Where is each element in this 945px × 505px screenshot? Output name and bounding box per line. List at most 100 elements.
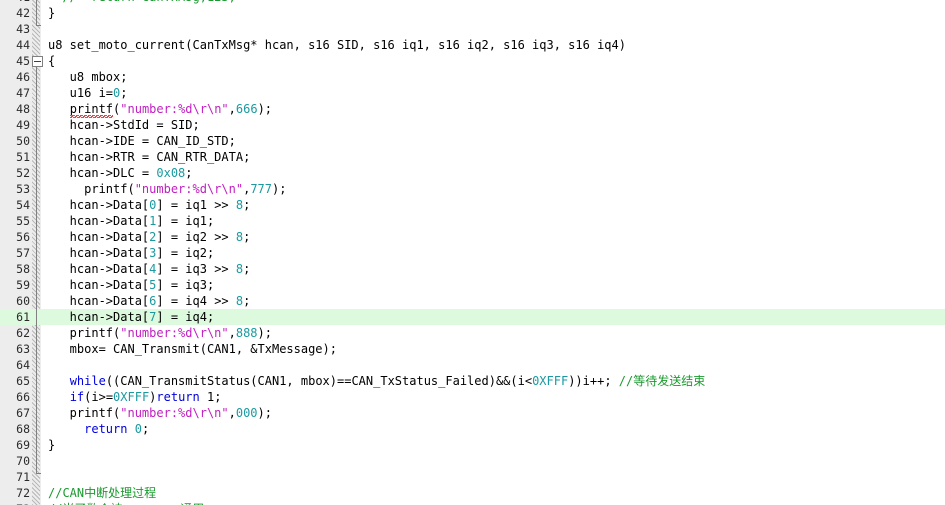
code-line[interactable]: 58 hcan->Data[4] = iq3 >> 8; bbox=[0, 261, 945, 277]
code-line[interactable]: 50 hcan->IDE = CAN_ID_STD; bbox=[0, 133, 945, 149]
code-text[interactable]: hcan->StdId = SID; bbox=[48, 117, 200, 133]
code-text[interactable]: hcan->RTR = CAN_RTR_DATA; bbox=[48, 149, 251, 165]
code-line[interactable]: 72 //CAN中断处理过程 bbox=[0, 485, 945, 501]
code-token: u8 set_moto_current(CanTxMsg* hcan, s16 … bbox=[48, 38, 626, 52]
code-text[interactable]: printf("number:%d\r\n",888); bbox=[48, 325, 272, 341]
code-token: printf( bbox=[48, 406, 121, 420]
code-text[interactable]: u16 i=0; bbox=[48, 85, 128, 101]
code-line[interactable]: 42} bbox=[0, 5, 945, 21]
code-text[interactable]: printf("number:%d\r\n",000); bbox=[48, 405, 272, 421]
code-token: hcan->Data[ bbox=[48, 278, 150, 292]
code-text[interactable]: printf("number:%d\r\n",777); bbox=[48, 181, 286, 197]
code-line[interactable]: 63 mbox= CAN_Transmit(CAN1, &TxMessage); bbox=[0, 341, 945, 357]
line-number: 61 bbox=[16, 310, 30, 324]
code-line[interactable]: 60 hcan->Data[6] = iq4 >> 8; bbox=[0, 293, 945, 309]
code-line[interactable]: 70 bbox=[0, 453, 945, 469]
code-text[interactable]: printf("number:%d\r\n",666); bbox=[48, 101, 272, 118]
code-token: ; bbox=[141, 422, 150, 436]
code-text[interactable]: return 0; bbox=[48, 421, 149, 437]
code-line[interactable]: 55 hcan->Data[1] = iq1; bbox=[0, 213, 945, 229]
line-number: 66 bbox=[16, 390, 30, 404]
line-number: 46 bbox=[16, 70, 30, 84]
code-line[interactable]: 45 { bbox=[0, 53, 945, 69]
code-text[interactable]: hcan->DLC = 0x08; bbox=[48, 165, 193, 181]
code-text[interactable]: mbox= CAN_Transmit(CAN1, &TxMessage); bbox=[48, 341, 337, 357]
code-text[interactable]: hcan->Data[5] = iq3; bbox=[48, 277, 215, 293]
code-editor[interactable]: 41 // return CanTxMsg;123;42}4344u8 set_… bbox=[0, 0, 945, 505]
code-line[interactable]: 52 hcan->DLC = 0x08; bbox=[0, 165, 945, 181]
code-text[interactable]: while((CAN_TransmitStatus(CAN1, mbox)==C… bbox=[48, 373, 706, 389]
code-line[interactable]: 59 hcan->Data[5] = iq3; bbox=[0, 277, 945, 293]
code-line[interactable]: 69} bbox=[0, 437, 945, 453]
code-line[interactable]: 43 bbox=[0, 21, 945, 37]
code-line[interactable]: 64 bbox=[0, 357, 945, 373]
code-line[interactable]: 73 //当了数个被 通用 bbox=[0, 501, 945, 505]
code-token: ); bbox=[272, 182, 287, 196]
code-token: ((CAN_TransmitStatus(CAN1, mbox)==CAN_Tx… bbox=[105, 374, 533, 388]
code-text[interactable]: hcan->Data[3] = iq2; bbox=[48, 245, 215, 261]
code-text[interactable]: hcan->Data[0] = iq1 >> 8; bbox=[48, 197, 251, 213]
code-token: ] = iq2; bbox=[156, 246, 215, 260]
code-token: ] = iq1 >> bbox=[156, 198, 236, 212]
line-number: 58 bbox=[16, 262, 30, 276]
code-token: mbox= CAN_Transmit(CAN1, &TxMessage); bbox=[48, 342, 337, 356]
code-text[interactable]: } bbox=[48, 437, 55, 453]
line-number: 43 bbox=[16, 22, 30, 36]
code-text[interactable]: { bbox=[48, 53, 55, 69]
error-underlined-token: printf bbox=[69, 102, 114, 118]
code-text[interactable]: u8 set_moto_current(CanTxMsg* hcan, s16 … bbox=[48, 37, 626, 53]
code-text[interactable]: hcan->Data[4] = iq3 >> 8; bbox=[48, 261, 251, 277]
code-token: "number:%d\r\n" bbox=[120, 406, 229, 420]
code-line[interactable]: 68 return 0; bbox=[0, 421, 945, 437]
code-token: ] = iq1; bbox=[156, 214, 215, 228]
code-token: hcan->StdId = SID; bbox=[48, 118, 200, 132]
code-text[interactable]: if(i>=0XFFF)return 1; bbox=[48, 389, 222, 405]
line-number: 62 bbox=[16, 326, 30, 340]
code-token: ; bbox=[243, 198, 251, 212]
line-number: 65 bbox=[16, 374, 30, 388]
code-text[interactable]: hcan->Data[6] = iq4 >> 8; bbox=[48, 293, 251, 309]
line-number: 56 bbox=[16, 230, 30, 244]
line-number: 48 bbox=[16, 102, 30, 116]
code-text[interactable]: //CAN中断处理过程 bbox=[48, 485, 156, 501]
code-token: ); bbox=[257, 406, 272, 420]
code-text[interactable]: hcan->Data[1] = iq1; bbox=[48, 213, 215, 229]
code-line[interactable]: 62 printf("number:%d\r\n",888); bbox=[0, 325, 945, 341]
code-line[interactable]: 46 u8 mbox; bbox=[0, 69, 945, 85]
code-token: 888 bbox=[235, 326, 258, 340]
code-text[interactable]: } bbox=[48, 5, 55, 21]
code-line[interactable]: 49 hcan->StdId = SID; bbox=[0, 117, 945, 133]
code-line[interactable]: 48 printf("number:%d\r\n",666); bbox=[0, 101, 945, 118]
code-line[interactable]: 53 printf("number:%d\r\n",777); bbox=[0, 181, 945, 197]
fold-guide-line bbox=[36, 0, 37, 25]
code-line[interactable]: 67 printf("number:%d\r\n",000); bbox=[0, 405, 945, 421]
code-line[interactable]: 71 bbox=[0, 469, 945, 485]
code-line[interactable]: 57 hcan->Data[3] = iq2; bbox=[0, 245, 945, 261]
code-line[interactable]: 65 while((CAN_TransmitStatus(CAN1, mbox)… bbox=[0, 373, 945, 389]
code-token: while bbox=[69, 374, 106, 388]
code-token: 0XFFF bbox=[532, 374, 569, 388]
code-line-current[interactable]: 61 hcan->Data[7] = iq4; bbox=[0, 309, 945, 325]
code-line[interactable]: 47 u16 i=0; bbox=[0, 85, 945, 101]
code-token: ; bbox=[185, 166, 193, 180]
code-line[interactable]: 51 hcan->RTR = CAN_RTR_DATA; bbox=[0, 149, 945, 165]
code-text[interactable]: //当了数个被 通用 bbox=[48, 501, 204, 505]
code-text[interactable]: hcan->Data[2] = iq2 >> 8; bbox=[48, 229, 251, 245]
line-number: 68 bbox=[16, 422, 30, 436]
code-token: 777 bbox=[250, 182, 272, 196]
code-token: ] = iq3; bbox=[156, 278, 215, 292]
fold-collapse-button[interactable] bbox=[32, 56, 43, 67]
code-token: printf( bbox=[48, 326, 121, 340]
code-line[interactable]: 54 hcan->Data[0] = iq1 >> 8; bbox=[0, 197, 945, 213]
code-token: ; bbox=[243, 230, 251, 244]
code-line[interactable]: 56 hcan->Data[2] = iq2 >> 8; bbox=[0, 229, 945, 245]
code-line[interactable]: 66 if(i>=0XFFF)return 1; bbox=[0, 389, 945, 405]
code-line[interactable]: 44 u8 set_moto_current(CanTxMsg* hcan, s1… bbox=[0, 37, 945, 53]
code-text[interactable]: hcan->IDE = CAN_ID_STD; bbox=[48, 133, 236, 149]
code-token: hcan->Data[ bbox=[48, 310, 150, 324]
code-text[interactable]: hcan->Data[7] = iq4; bbox=[48, 309, 215, 325]
code-text[interactable]: u8 mbox; bbox=[48, 69, 128, 85]
